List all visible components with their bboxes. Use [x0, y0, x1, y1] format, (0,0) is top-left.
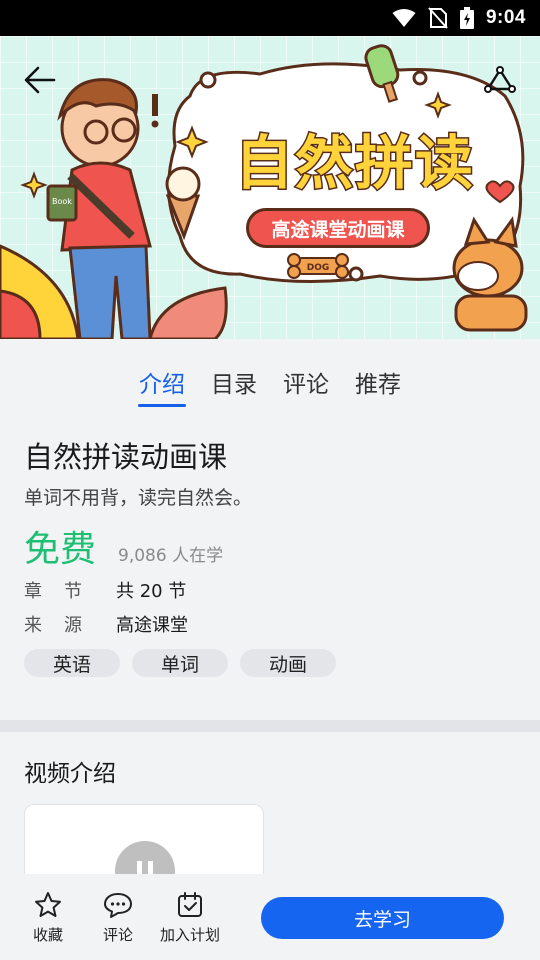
meta-source: 来源 高途课堂 — [24, 609, 516, 643]
comment-button[interactable]: 评论 — [84, 890, 152, 945]
meta-key: 章节 — [24, 581, 104, 602]
star-icon — [34, 890, 62, 920]
share-icon — [484, 66, 516, 93]
book-label: Book — [52, 197, 72, 206]
meta-chapters: 章节 共 20 节 — [24, 575, 516, 609]
calendar-check-icon — [176, 890, 204, 920]
meta-value: 共 20 节 — [116, 581, 187, 602]
tag-english[interactable]: 英语 — [24, 649, 120, 677]
course-info: 自然拼读动画课 单词不用背，读完自然会。 免费 9,086 人在学 章节 共 2… — [0, 413, 540, 720]
banner-title: 自然拼读 — [233, 128, 475, 199]
start-learning-button[interactable]: 去学习 — [261, 897, 504, 939]
arrow-left-icon — [24, 66, 56, 94]
course-banner: Book DOG 自然拼读 高途课堂动画课 — [0, 36, 540, 339]
video-player[interactable] — [24, 804, 264, 874]
tag-list: 英语 单词 动画 — [24, 649, 516, 677]
meta-key: 来源 — [24, 615, 104, 636]
banner-subtitle: 高途课堂动画课 — [246, 208, 430, 248]
pause-button[interactable] — [115, 841, 175, 874]
meta-value: 高途课堂 — [116, 615, 188, 636]
tag-animation[interactable]: 动画 — [240, 649, 336, 677]
dog-bone-label: DOG — [307, 263, 330, 273]
back-button[interactable] — [20, 60, 60, 100]
clock: 9:04 — [485, 7, 526, 28]
comment-icon — [103, 890, 133, 920]
tab-comments[interactable]: 评论 — [270, 365, 342, 407]
favorite-button[interactable]: 收藏 — [14, 890, 82, 945]
tag-words[interactable]: 单词 — [132, 649, 228, 677]
no-sim-icon — [428, 7, 448, 29]
price-row: 免费 9,086 人在学 — [24, 525, 516, 575]
tab-bar: 介绍 目录 评论 推荐 — [0, 339, 540, 413]
battery-charging-icon — [459, 7, 474, 29]
tab-intro[interactable]: 介绍 — [126, 365, 198, 407]
section-title: 视频介绍 — [24, 761, 116, 787]
learner-count: 9,086 人在学 — [118, 546, 224, 566]
course-title: 自然拼读动画课 — [24, 440, 228, 474]
favorite-label: 收藏 — [32, 925, 63, 944]
share-button[interactable] — [480, 60, 520, 100]
course-subtitle: 单词不用背，读完自然会。 — [24, 487, 253, 509]
tab-recommend[interactable]: 推荐 — [342, 365, 414, 407]
video-intro-section: 视频介绍 — [0, 732, 540, 874]
wifi-icon — [392, 8, 416, 28]
bottom-action-bar: 收藏 评论 加入计划 去学习 — [0, 874, 540, 960]
section-divider — [0, 720, 540, 732]
price-label: 免费 — [24, 529, 97, 570]
tab-catalog[interactable]: 目录 — [198, 365, 270, 407]
pause-icon — [137, 861, 153, 874]
add-to-plan-button[interactable]: 加入计划 — [154, 890, 226, 945]
comment-label: 评论 — [102, 925, 133, 944]
status-bar: 9:04 — [0, 0, 540, 36]
plan-label: 加入计划 — [159, 925, 220, 944]
